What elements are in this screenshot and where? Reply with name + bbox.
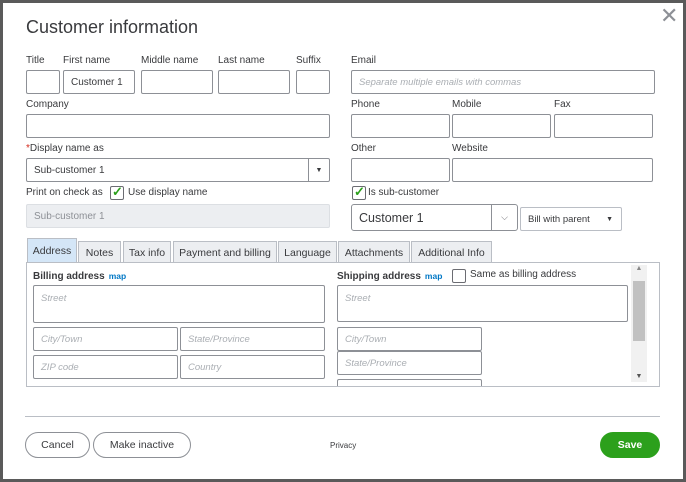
- chevron-down-icon: ⌵: [491, 205, 517, 230]
- billing-street-placeholder: Street: [41, 293, 67, 304]
- make-inactive-button[interactable]: Make inactive: [93, 432, 191, 458]
- title-input[interactable]: [26, 70, 60, 94]
- display-name-label: *Display name as: [26, 143, 104, 154]
- website-input[interactable]: [452, 158, 653, 182]
- website-label: Website: [452, 143, 488, 154]
- customer-dialog: Customer information ✕ Title First name …: [3, 3, 683, 479]
- tab-payment-and-billing[interactable]: Payment and billing: [173, 241, 277, 263]
- fax-input[interactable]: [554, 114, 653, 138]
- chevron-down-icon: ▼: [308, 159, 329, 181]
- billing-address-title: Billing address: [33, 271, 105, 282]
- shipping-city-input[interactable]: City/Town: [337, 327, 482, 351]
- billing-city-input[interactable]: City/Town: [33, 327, 178, 351]
- email-input[interactable]: Separate multiple emails with commas: [351, 70, 655, 94]
- billing-zip-input[interactable]: ZIP code: [33, 355, 178, 379]
- display-name-label-text: Display name as: [29, 143, 104, 154]
- is-sub-customer-label: Is sub-customer: [368, 187, 440, 198]
- shipping-address-title: Shipping address: [337, 271, 421, 282]
- use-display-name-label: Use display name: [128, 187, 208, 198]
- display-name-select[interactable]: Sub-customer 1 ▼: [26, 158, 330, 182]
- shipping-address-heading: Shipping address map: [337, 271, 442, 282]
- title-label: Title: [26, 55, 45, 66]
- print-on-check-input: Sub-customer 1: [26, 204, 330, 228]
- display-name-value: Sub-customer 1: [34, 164, 105, 176]
- other-input[interactable]: [351, 158, 450, 182]
- scroll-up-icon[interactable]: ▲: [631, 265, 647, 272]
- is-sub-customer-checkbox[interactable]: ✓: [352, 184, 366, 200]
- address-panel: Billing address map Street City/Town Stat…: [26, 262, 660, 387]
- email-placeholder: Separate multiple emails with commas: [359, 76, 522, 88]
- billing-city-placeholder: City/Town: [41, 333, 83, 345]
- checkmark-icon: ✓: [112, 184, 123, 199]
- billing-state-input[interactable]: State/Province: [180, 327, 325, 351]
- cancel-button[interactable]: Cancel: [25, 432, 90, 458]
- shipping-street-input[interactable]: Street: [337, 285, 628, 322]
- tab-language[interactable]: Language: [278, 241, 337, 263]
- phone-label: Phone: [351, 99, 380, 110]
- dialog-title: Customer information: [26, 17, 199, 37]
- tab-notes[interactable]: Notes: [78, 241, 121, 263]
- billing-map-link[interactable]: map: [109, 271, 126, 281]
- billing-zip-placeholder: ZIP code: [41, 361, 79, 373]
- same-as-billing-label: Same as billing address: [470, 269, 577, 280]
- phone-input[interactable]: [351, 114, 450, 138]
- footer-divider: [25, 416, 660, 417]
- shipping-map-link[interactable]: map: [425, 271, 442, 281]
- bill-with-parent-select[interactable]: Bill with parent ▼: [520, 207, 622, 231]
- billing-country-input[interactable]: Country: [180, 355, 325, 379]
- checkmark-icon: ✓: [354, 184, 365, 199]
- shipping-zip-input[interactable]: [337, 379, 482, 386]
- billing-state-placeholder: State/Province: [188, 333, 250, 345]
- tab-attachments[interactable]: Attachments: [338, 241, 410, 263]
- first-name-label: First name: [63, 55, 111, 66]
- shipping-city-placeholder: City/Town: [345, 333, 387, 345]
- privacy-link[interactable]: Privacy: [330, 441, 356, 450]
- scrollbar-thumb[interactable]: [633, 281, 645, 341]
- company-label: Company: [26, 99, 69, 110]
- email-label: Email: [351, 55, 377, 66]
- mobile-input[interactable]: [452, 114, 551, 138]
- caret-down-icon: ▼: [606, 215, 613, 223]
- save-button[interactable]: Save: [600, 432, 660, 458]
- shipping-state-input[interactable]: State/Province: [337, 351, 482, 375]
- middle-name-input[interactable]: [141, 70, 213, 94]
- same-as-billing-checkbox[interactable]: [452, 269, 466, 283]
- tab-additional-info[interactable]: Additional Info: [411, 241, 492, 263]
- billing-country-placeholder: Country: [188, 361, 222, 373]
- parent-customer-value: Customer 1: [359, 210, 424, 225]
- scroll-down-icon[interactable]: ▼: [631, 373, 647, 380]
- shipping-state-placeholder: State/Province: [345, 357, 407, 369]
- last-name-label: Last name: [218, 55, 265, 66]
- billing-street-input[interactable]: Street: [33, 285, 325, 323]
- mobile-label: Mobile: [452, 99, 482, 110]
- parent-customer-select[interactable]: Customer 1 ⌵: [351, 204, 518, 231]
- print-on-check-label: Print on check as: [26, 187, 103, 198]
- company-input[interactable]: [26, 114, 330, 138]
- use-display-name-checkbox[interactable]: ✓: [110, 184, 124, 200]
- tab-address[interactable]: Address: [27, 238, 77, 263]
- bill-with-parent-value: Bill with parent: [528, 213, 590, 225]
- shipping-street-placeholder: Street: [345, 293, 371, 304]
- fax-label: Fax: [554, 99, 571, 110]
- tab-tax-info[interactable]: Tax info: [123, 241, 171, 263]
- close-icon[interactable]: ✕: [660, 3, 678, 29]
- middle-name-label: Middle name: [141, 55, 199, 66]
- billing-address-heading: Billing address map: [33, 271, 126, 282]
- suffix-input[interactable]: [296, 70, 330, 94]
- last-name-input[interactable]: [218, 70, 290, 94]
- other-label: Other: [351, 143, 377, 154]
- first-name-input[interactable]: Customer 1: [63, 70, 135, 94]
- suffix-label: Suffix: [296, 55, 321, 66]
- scrollbar[interactable]: ▲ ▼: [631, 265, 647, 382]
